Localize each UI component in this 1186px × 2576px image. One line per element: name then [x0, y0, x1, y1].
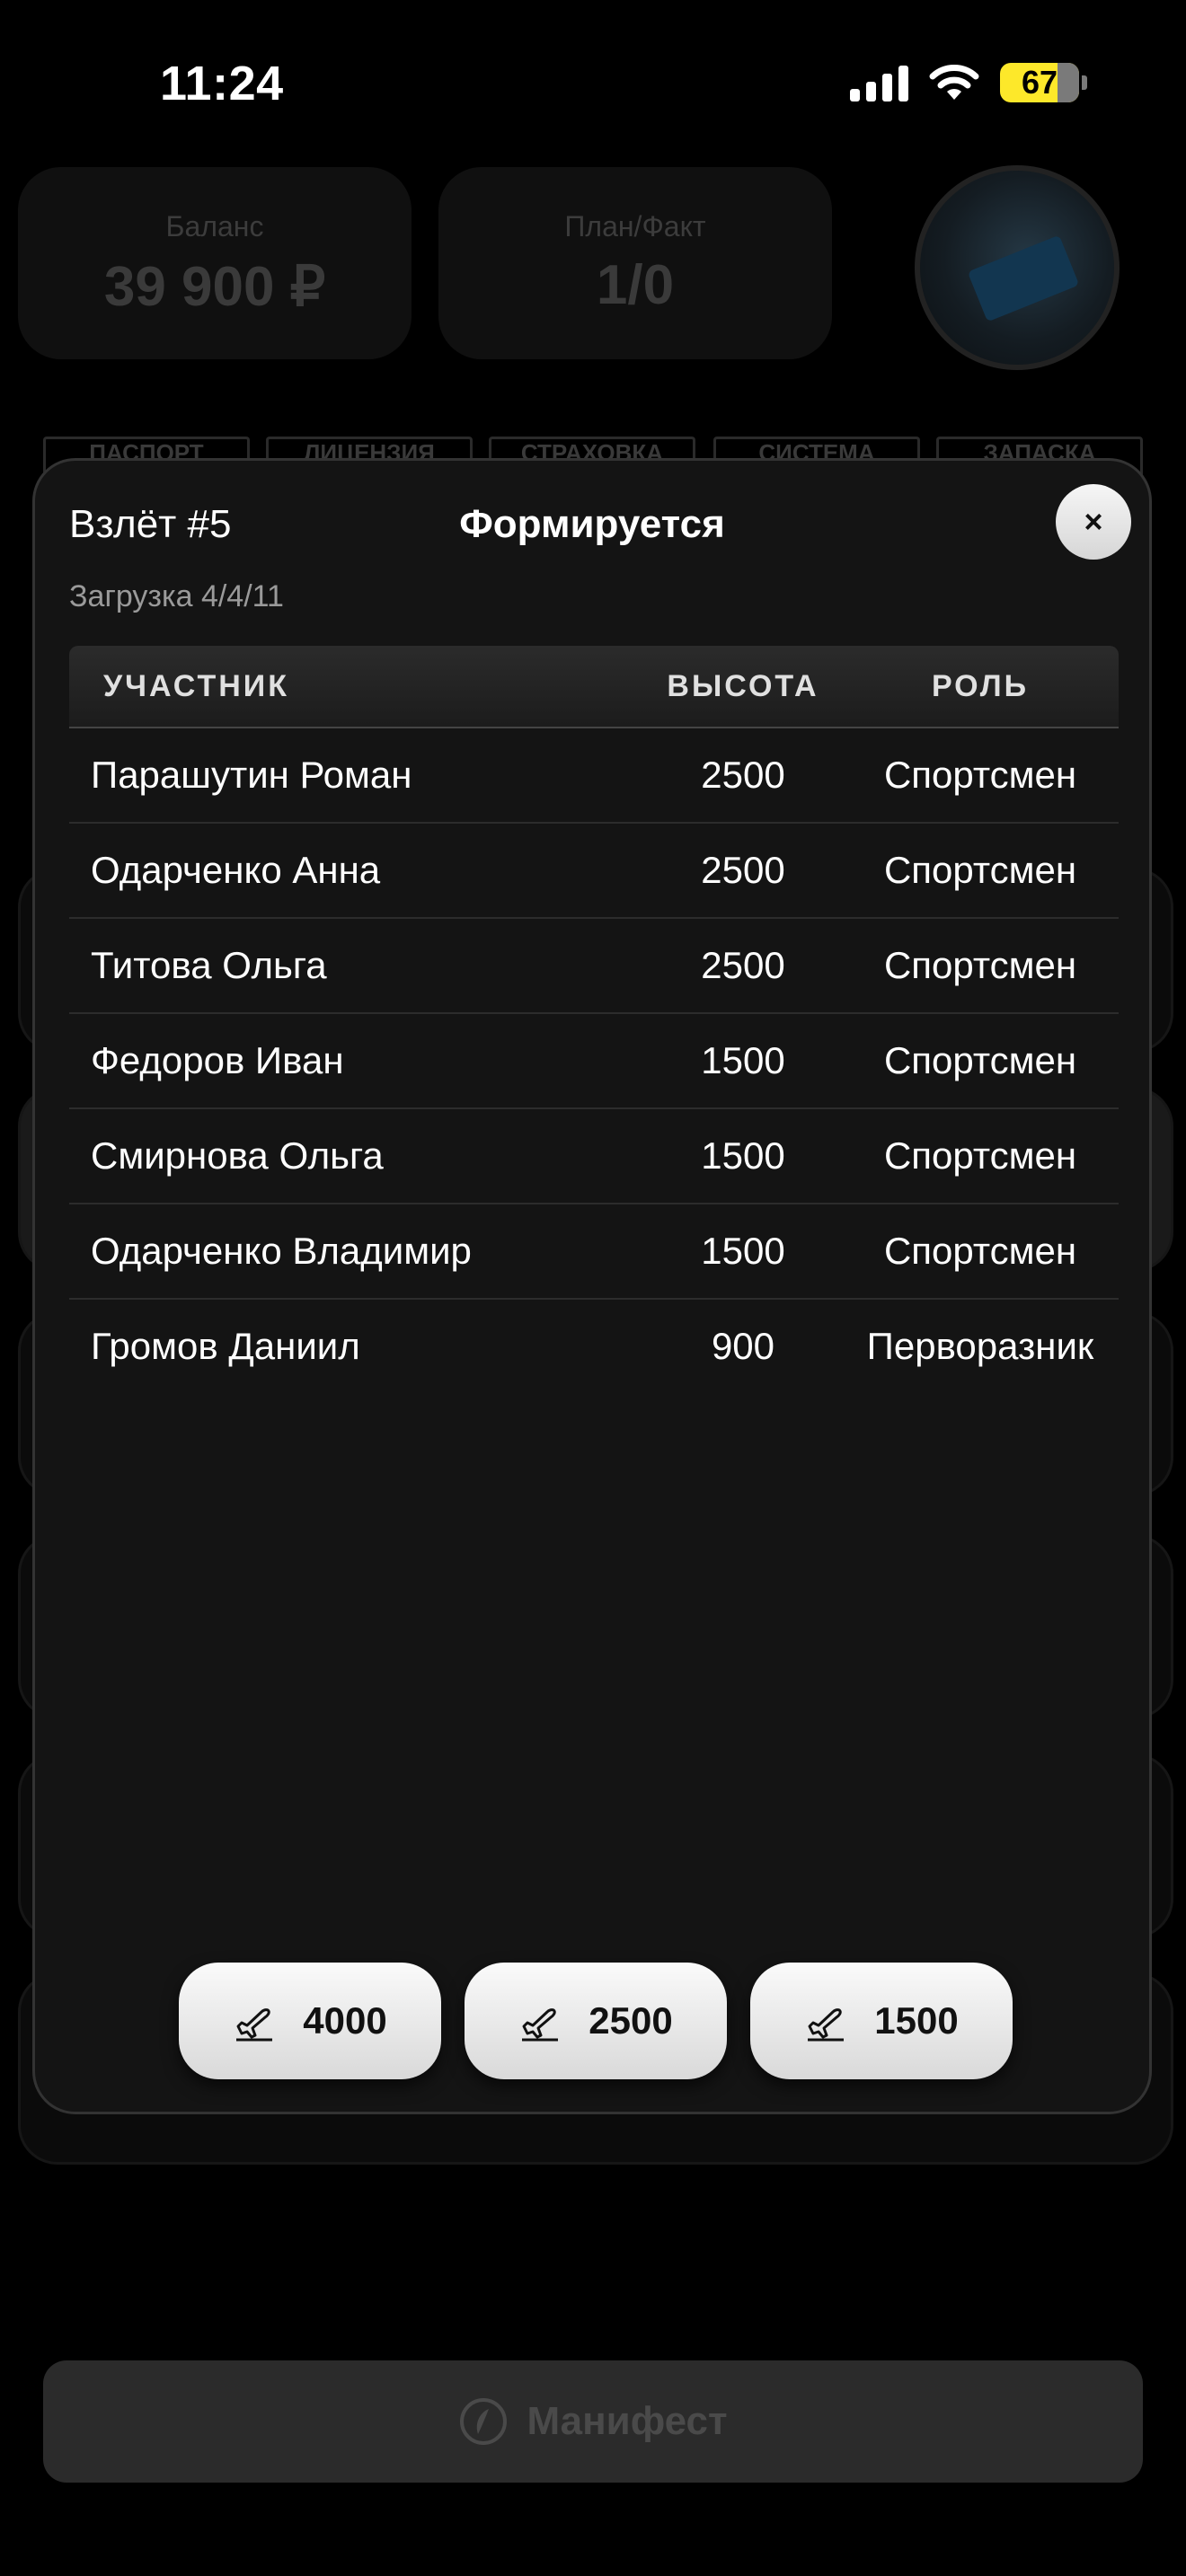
- balance-card: Баланс 39 900 ₽: [18, 167, 412, 359]
- participant-altitude: 2500: [701, 944, 785, 986]
- close-icon: ×: [1084, 503, 1103, 540]
- manifest-label: Манифест: [527, 2399, 728, 2443]
- participant-altitude: 1500: [701, 1230, 785, 1272]
- participant-role: Спортсмен: [883, 849, 1077, 891]
- column-header-altitude: ВЫСОТА: [667, 668, 819, 703]
- participant-name: Одарченко Анна: [91, 849, 381, 891]
- participant-altitude: 2500: [701, 849, 785, 891]
- participant-role: Спортсмен: [883, 1134, 1077, 1177]
- table-row[interactable]: Смирнова Ольга 1500 Спортсмен: [69, 1109, 1119, 1204]
- participant-role: Спортсмен: [883, 1039, 1077, 1081]
- table-row[interactable]: Громов Даниил 900 Перворазник: [69, 1300, 1119, 1393]
- table-row[interactable]: Одарченко Анна 2500 Спортсмен: [69, 824, 1119, 919]
- load-subtitle: Загрузка 4/4/11: [69, 579, 284, 613]
- altitude-button-label: 1500: [874, 1999, 959, 2042]
- participant-altitude: 2500: [701, 754, 785, 796]
- participants-table: УЧАСТНИК ВЫСОТА РОЛЬ Парашутин Роман 250…: [69, 646, 1119, 1393]
- plan-value: 1/0: [596, 254, 675, 316]
- altitude-button-label: 2500: [589, 1999, 673, 2042]
- manifest-icon: [460, 2398, 508, 2445]
- altitude-button-1500[interactable]: 1500: [750, 1963, 1013, 2079]
- participant-altitude: 1500: [701, 1134, 785, 1177]
- plane-takeoff-icon: [808, 2008, 845, 2042]
- participant-role: Спортсмен: [883, 1230, 1077, 1272]
- manifest-button[interactable]: Манифест: [43, 2360, 1143, 2483]
- participant-name: Федоров Иван: [91, 1039, 344, 1081]
- plane-takeoff-icon: [236, 2008, 273, 2042]
- altitude-buttons: 4000 2500 1500: [179, 1963, 1013, 2079]
- altitude-button-4000[interactable]: 4000: [179, 1963, 441, 2079]
- column-header-role: РОЛЬ: [931, 668, 1030, 703]
- balance-label: Баланс: [165, 210, 264, 243]
- participant-altitude: 1500: [701, 1039, 785, 1081]
- participant-role: Спортсмен: [883, 754, 1077, 796]
- altitude-button-label: 4000: [303, 1999, 387, 2042]
- altitude-button-2500[interactable]: 2500: [465, 1963, 727, 2079]
- participant-name: Смирнова Ольга: [91, 1134, 384, 1177]
- plane-takeoff-icon: [522, 2008, 559, 2042]
- flight-title: Взлёт #5: [69, 502, 232, 546]
- participant-altitude: 900: [711, 1325, 775, 1367]
- flight-modal: Взлёт #5 Формируется × Загрузка 4/4/11 У…: [32, 458, 1152, 2114]
- close-button[interactable]: ×: [1056, 484, 1131, 560]
- participant-name: Одарченко Владимир: [91, 1230, 472, 1272]
- participant-name: Громов Даниил: [91, 1325, 360, 1367]
- avatar[interactable]: [915, 165, 1120, 370]
- participant-role: Перворазник: [866, 1325, 1094, 1367]
- table-row[interactable]: Титова Ольга 2500 Спортсмен: [69, 919, 1119, 1014]
- participant-role: Спортсмен: [883, 944, 1077, 986]
- plan-card: План/Факт 1/0: [438, 167, 832, 359]
- table-row[interactable]: Парашутин Роман 2500 Спортсмен: [69, 728, 1119, 824]
- table-row[interactable]: Федоров Иван 1500 Спортсмен: [69, 1014, 1119, 1109]
- participant-name: Парашутин Роман: [91, 754, 412, 796]
- participant-name: Титова Ольга: [91, 944, 327, 986]
- table-header: УЧАСТНИК ВЫСОТА РОЛЬ: [69, 646, 1119, 728]
- column-header-participant: УЧАСТНИК: [103, 668, 289, 703]
- plan-label: План/Факт: [564, 210, 706, 243]
- balance-value: 39 900 ₽: [103, 256, 326, 318]
- table-row[interactable]: Одарченко Владимир 1500 Спортсмен: [69, 1204, 1119, 1300]
